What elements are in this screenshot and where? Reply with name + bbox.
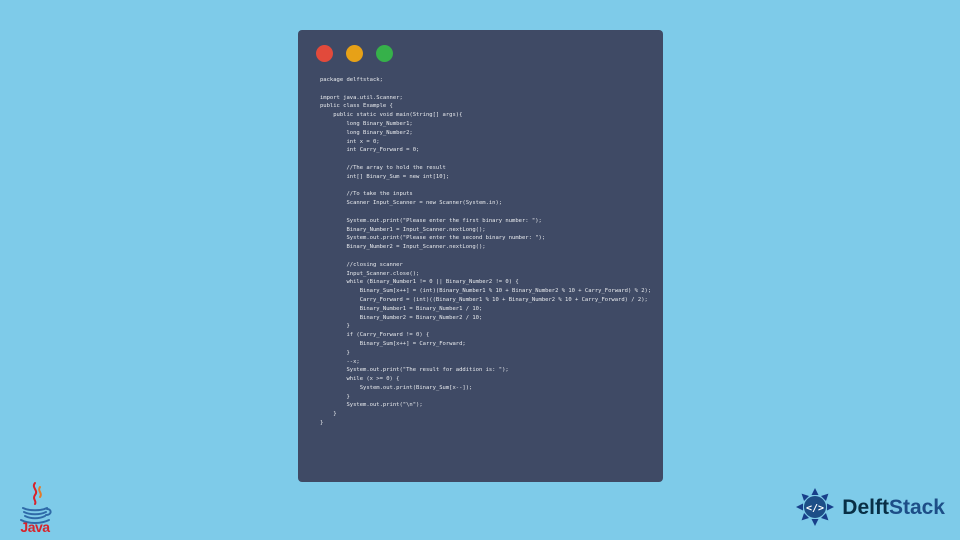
java-wordmark: Java	[20, 519, 49, 535]
delft-word: Delft	[842, 496, 889, 519]
code-block: package delftstack; import java.util.Sca…	[298, 70, 663, 444]
page-background: package delftstack; import java.util.Sca…	[0, 0, 960, 540]
delftstack-badge-icon: </>	[794, 486, 836, 528]
code-window: package delftstack; import java.util.Sca…	[298, 30, 663, 482]
window-traffic-lights	[298, 30, 663, 70]
maximize-icon[interactable]	[376, 45, 393, 62]
delftstack-wordmark: DelftStack	[842, 497, 945, 518]
close-icon[interactable]	[316, 45, 333, 62]
svg-text:</>: </>	[806, 503, 824, 514]
stack-word: Stack	[889, 496, 945, 519]
delftstack-logo: </> DelftStack	[794, 486, 945, 528]
minimize-icon[interactable]	[346, 45, 363, 62]
java-logo: Java	[15, 481, 55, 535]
